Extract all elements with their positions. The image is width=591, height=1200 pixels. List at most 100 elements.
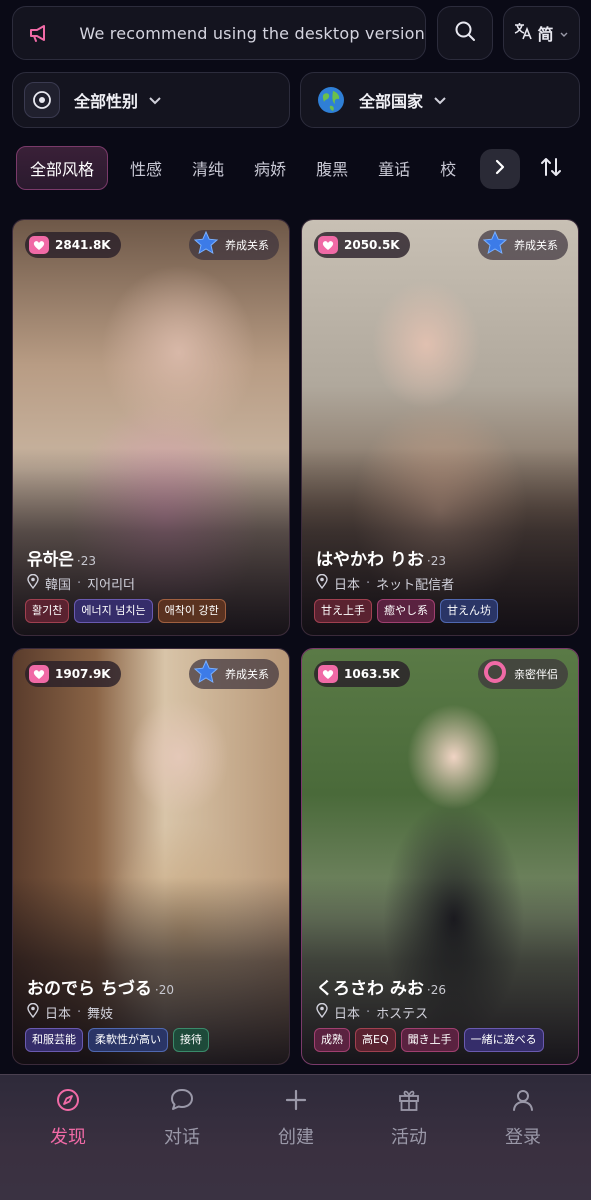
tab-yandere[interactable]: 病娇 — [239, 146, 301, 190]
chevron-down-icon — [559, 24, 569, 43]
tag: 接待 — [173, 1028, 209, 1052]
sort-button[interactable] — [537, 154, 565, 184]
tag: 一緒に遊べる — [463, 1028, 544, 1052]
character-meta: 日本 · 舞妓 — [27, 1002, 114, 1022]
gender-filter-select[interactable]: 全部性别 — [12, 72, 290, 128]
character-occupation: 지어리더 — [87, 578, 135, 593]
gender-filter-label: 全部性别 — [74, 92, 139, 111]
chevron-down-icon — [148, 91, 162, 110]
nav-create[interactable]: 创建 — [256, 1087, 336, 1149]
character-age: ·20 — [154, 983, 175, 997]
character-name: おのでら ちづる ·20 — [27, 979, 175, 999]
character-tags: 甘え上手 癒やし系 甘えん坊 — [314, 599, 498, 623]
compass-icon — [55, 1087, 81, 1117]
tag: 애착이 강한 — [157, 599, 226, 623]
relation-label: 养成关系 — [514, 239, 558, 252]
tag: 柔軟性が高い — [88, 1028, 168, 1052]
tag: 甘え上手 — [314, 599, 372, 623]
character-age: ·23 — [76, 554, 97, 568]
character-card[interactable]: 1907.9K 养成关系 おのでら ちづる ·20 日本 · 舞妓 和服芸能 柔軟… — [12, 648, 290, 1065]
banner-text: We recommend using the desktop version — [79, 23, 425, 43]
likes-badge: 1063.5K — [314, 661, 410, 687]
character-country: 日本 — [334, 578, 361, 593]
character-meta: 韓国 · 지어리더 — [27, 573, 135, 593]
bottom-nav: 发现 对话 创建 活动 登录 — [0, 1074, 591, 1200]
likes-count: 2841.8K — [55, 238, 111, 252]
character-country: 日本 — [334, 1007, 361, 1022]
desktop-recommend-banner[interactable]: We recommend using the desktop version — [12, 6, 426, 60]
globe-icon — [317, 86, 345, 114]
nav-login[interactable]: 登录 — [483, 1087, 563, 1149]
character-meta: 日本 · ネット配信者 — [316, 573, 455, 593]
nav-label: 创建 — [278, 1127, 314, 1148]
location-pin-icon — [316, 573, 328, 593]
country-filter-select[interactable]: 全部国家 — [300, 72, 580, 128]
character-card[interactable]: 1063.5K 亲密伴侣 くろさわ みお ·26 日本 · ホステス 成熟 高EQ… — [301, 648, 579, 1065]
tab-scheming[interactable]: 腹黑 — [301, 146, 363, 190]
character-country: 韓国 — [45, 578, 72, 593]
translate-icon — [514, 22, 533, 44]
character-card[interactable]: 2841.8K 养成关系 유하은 ·23 韓国 · 지어리더 활기찬 에너지 넘치… — [12, 219, 290, 636]
megaphone-icon — [23, 13, 55, 53]
language-button[interactable]: 简 — [503, 6, 580, 60]
nav-events[interactable]: 活动 — [369, 1087, 449, 1149]
nav-discover[interactable]: 发现 — [28, 1087, 108, 1149]
relation-label: 养成关系 — [225, 239, 269, 252]
nav-label: 对话 — [164, 1127, 200, 1148]
character-tags: 활기찬 에너지 넘치는 애착이 강한 — [25, 599, 226, 623]
tag: 聞き上手 — [400, 1028, 459, 1052]
tabs-next-button[interactable] — [480, 149, 520, 189]
character-country: 日本 — [45, 1007, 72, 1022]
style-tabs: 全部风格 性感 清纯 病娇 腹黑 童话 校 — [16, 146, 476, 190]
search-button[interactable] — [437, 6, 493, 60]
relation-label: 亲密伴侣 — [514, 668, 558, 681]
character-occupation: ネット配信者 — [376, 578, 455, 593]
relation-badge: 养成关系 — [478, 230, 568, 260]
sort-icon — [540, 156, 562, 182]
character-name: くろさわ みお ·26 — [316, 979, 447, 999]
star-icon — [482, 230, 508, 260]
heart-icon — [318, 236, 338, 254]
location-pin-icon — [316, 1002, 328, 1022]
tab-school[interactable]: 校 — [425, 146, 471, 190]
likes-count: 1063.5K — [344, 667, 400, 681]
location-pin-icon — [27, 1002, 39, 1022]
tag: 成熟 — [314, 1028, 350, 1052]
likes-count: 2050.5K — [344, 238, 400, 252]
relation-label: 养成关系 — [225, 668, 269, 681]
likes-count: 1907.9K — [55, 667, 111, 681]
likes-badge: 2841.8K — [25, 232, 121, 258]
chevron-down-icon — [433, 91, 447, 110]
tag: 高EQ — [355, 1028, 396, 1052]
character-age: ·23 — [426, 554, 447, 568]
likes-badge: 2050.5K — [314, 232, 410, 258]
star-icon — [193, 659, 219, 689]
gift-icon — [396, 1087, 422, 1117]
tab-pure[interactable]: 清纯 — [177, 146, 239, 190]
character-age: ·26 — [426, 983, 447, 997]
user-icon — [510, 1087, 536, 1117]
likes-badge: 1907.9K — [25, 661, 121, 687]
star-icon — [193, 230, 219, 260]
relation-badge: 养成关系 — [189, 230, 279, 260]
country-filter-label: 全部国家 — [359, 92, 424, 111]
character-occupation: 舞妓 — [87, 1007, 114, 1022]
tag: 甘えん坊 — [440, 599, 498, 623]
character-card[interactable]: 2050.5K 养成关系 はやかわ りお ·23 日本 · ネット配信者 甘え上手… — [301, 219, 579, 636]
heart-icon — [318, 665, 338, 683]
nav-label: 登录 — [505, 1127, 541, 1148]
language-label: 简 — [537, 25, 554, 44]
location-pin-icon — [27, 573, 39, 593]
relation-badge: 亲密伴侣 — [478, 659, 568, 689]
nav-chat[interactable]: 对话 — [142, 1087, 222, 1149]
tab-fairytale[interactable]: 童话 — [363, 146, 425, 190]
heart-icon — [29, 665, 49, 683]
nav-label: 活动 — [391, 1127, 427, 1148]
chat-bubble-icon — [169, 1087, 195, 1117]
character-name: はやかわ りお ·23 — [316, 550, 447, 570]
tag: 에너지 넘치는 — [74, 599, 153, 623]
tab-all-styles[interactable]: 全部风格 — [16, 146, 109, 190]
tab-sexy[interactable]: 性感 — [115, 146, 177, 190]
character-meta: 日本 · ホステス — [316, 1002, 428, 1022]
chevron-right-icon — [494, 159, 506, 179]
